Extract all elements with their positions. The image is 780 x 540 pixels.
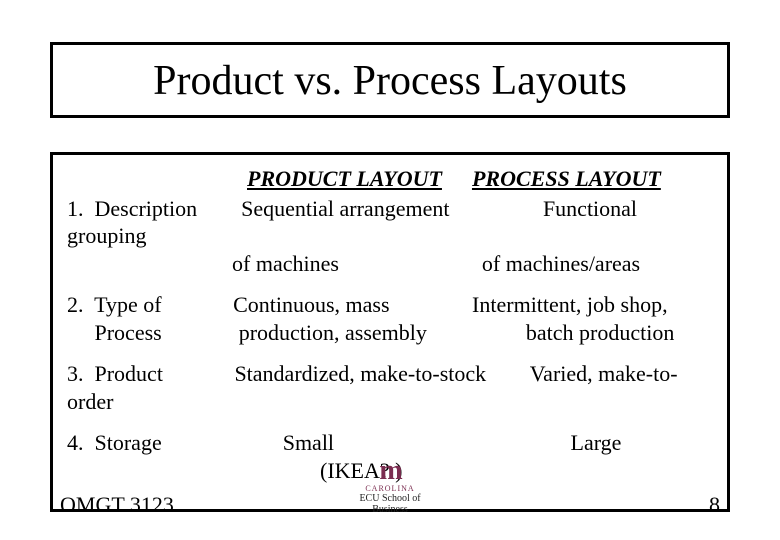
row-1: 1. Description Sequential arrangement Fu… — [67, 195, 721, 278]
logo-mid-text: CAROLINA — [350, 484, 430, 493]
column-headers: PRODUCT LAYOUT PROCESS LAYOUT — [67, 165, 721, 193]
row-2-line-1: 2. Type of Continuous, mass Intermittent… — [67, 291, 721, 319]
header-product: PRODUCT LAYOUT — [247, 166, 442, 191]
row-3-line-1: 3. Product Standardized, make-to-stock V… — [67, 360, 721, 415]
row-2: 2. Type of Continuous, mass Intermittent… — [67, 291, 721, 346]
footer-page-number: 8 — [709, 492, 720, 518]
footer-course-code: OMGT 3123 — [60, 492, 174, 518]
row-1-line-1: 1. Description Sequential arrangement Fu… — [67, 195, 721, 250]
row-4-line-1: 4. Storage Small Large — [67, 429, 721, 457]
header-process: PROCESS LAYOUT — [472, 166, 661, 191]
logo-bottom-text: ECU School of Business — [350, 493, 430, 515]
row-2-line-2: Process production, assembly batch produ… — [67, 319, 721, 347]
row-3: 3. Product Standardized, make-to-stock V… — [67, 360, 721, 415]
university-logo: m CAROLINA ECU School of Business — [350, 460, 430, 515]
page-title: Product vs. Process Layouts — [61, 57, 719, 105]
title-box: Product vs. Process Layouts — [50, 42, 730, 118]
row-1-line-2: of machines of machines/areas — [67, 250, 721, 278]
logo-glyph-icon: m — [350, 460, 430, 482]
